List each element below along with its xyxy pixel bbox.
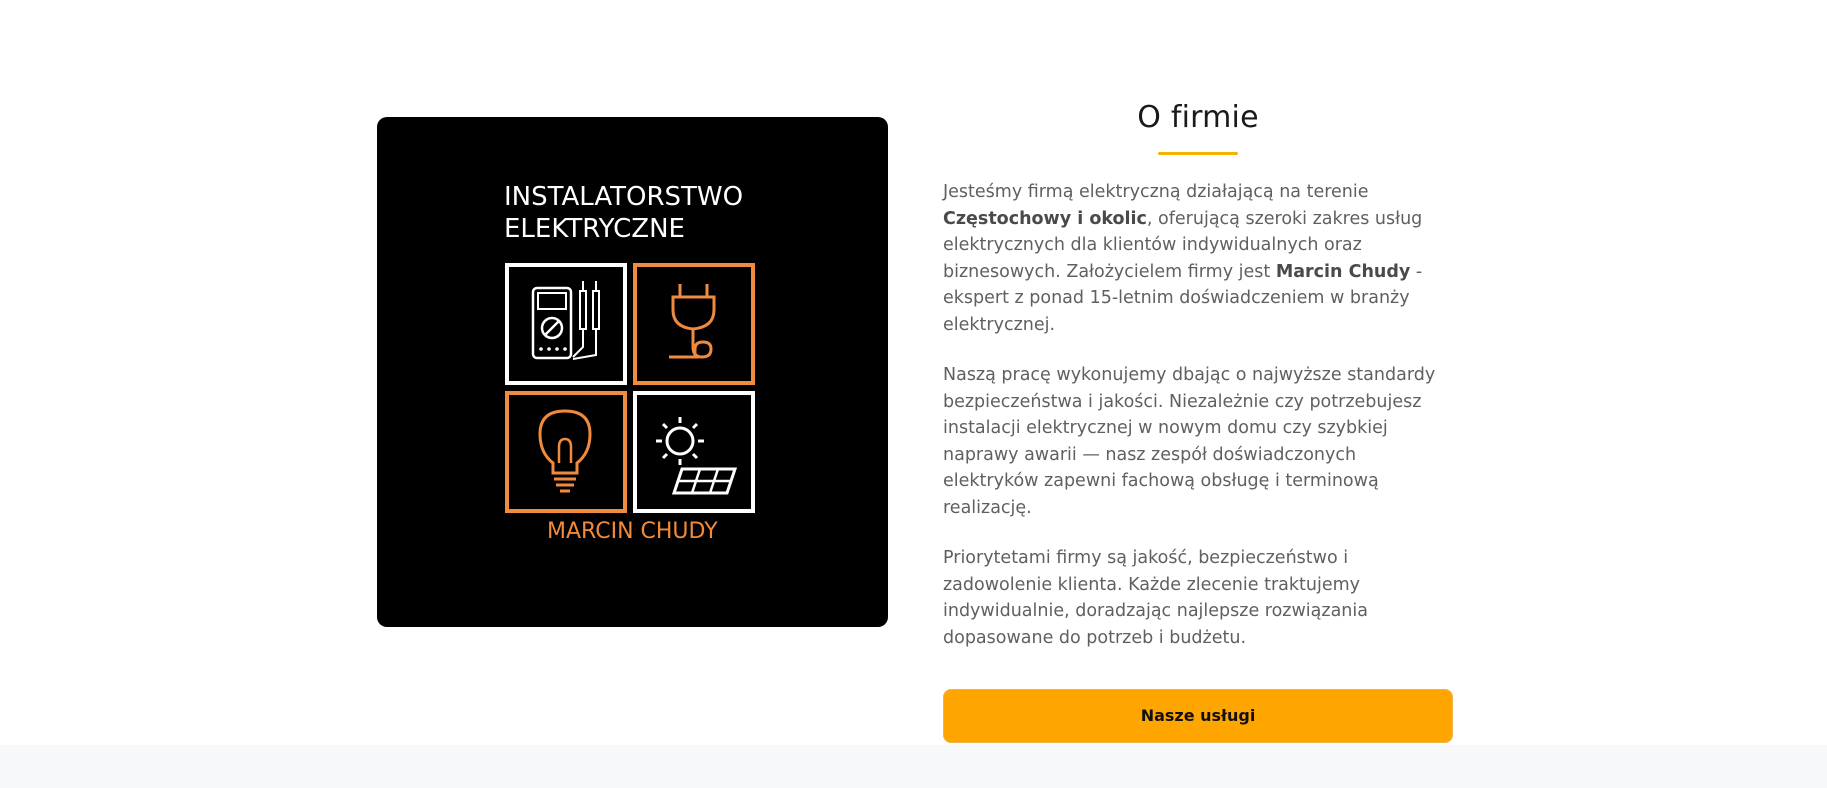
next-section-background [0,745,1827,788]
logo-line-2: ELEKTRYCZNE [504,214,685,244]
about-paragraph-1: Jesteśmy firmą elektryczną działającą na… [943,179,1453,338]
multimeter-icon [505,263,627,385]
solar-panel-icon [633,391,755,513]
title-underline [1158,152,1238,155]
company-logo: INSTALATORSTWO ELEKTRYCZNE MARCIN CHUDY [377,117,888,627]
plug-icon [633,263,755,385]
p1-bold-location: Częstochowy i okolic [943,208,1147,229]
logo-graphic: INSTALATORSTWO ELEKTRYCZNE MARCIN CHUDY [504,182,755,544]
p1-bold-founder: Marcin Chudy [1275,261,1411,282]
our-services-button[interactable]: Nasze usługi [943,689,1453,743]
about-paragraph-2: Naszą pracę wykonujemy dbając o najwyższ… [943,365,1436,518]
about-section: O firmie Jesteśmy firmą elektryczną dzia… [943,95,1453,743]
logo-name: MARCIN CHUDY [547,519,718,544]
logo-line-1: INSTALATORSTWO [504,182,743,212]
light-bulb-icon [505,391,627,513]
section-title: O firmie [1137,100,1259,135]
p1-text-1: Jesteśmy firmą elektryczną działającą na… [943,182,1369,202]
about-paragraph-3: Priorytetami firmy są jakość, bezpieczeń… [943,548,1368,648]
